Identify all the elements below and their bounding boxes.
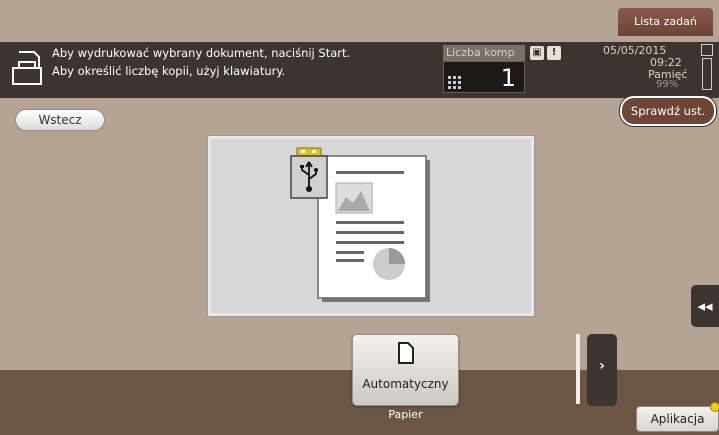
message-bar: Aby wydrukować wybrany dokument, naciśni… (0, 42, 719, 98)
application-indicator-dot (710, 402, 719, 412)
side-panel-toggle-button[interactable]: ◂◂ (691, 285, 719, 327)
keypad-icon (448, 76, 461, 89)
copies-value: 1 (500, 64, 516, 92)
status-message-line-2: Aby określić liczbę kopii, użyj klawiatu… (52, 64, 286, 78)
network-icon (701, 44, 713, 56)
usb-icon (290, 147, 328, 199)
memory-value: 99% (656, 79, 679, 90)
document-preview (290, 147, 430, 302)
scroll-indicator (576, 334, 580, 404)
copies-field[interactable]: 1 (443, 61, 525, 93)
warning-icon[interactable]: ! (547, 46, 561, 60)
back-button[interactable]: Wstecz (15, 109, 105, 131)
paper-caption: Papier (388, 408, 423, 421)
preview-panel (207, 135, 535, 317)
check-settings-button[interactable]: Sprawdź ust. (620, 96, 716, 126)
application-button[interactable]: Aplikacja (636, 406, 719, 432)
job-list-button[interactable]: Lista zadań (618, 8, 713, 36)
toner-icon[interactable]: ▣ (530, 46, 544, 60)
paper-button[interactable]: Automatyczny (352, 334, 459, 406)
document-print-icon (12, 51, 42, 85)
memory-gauge (702, 58, 712, 90)
paper-button-label: Automatyczny (362, 377, 449, 391)
status-message-line-1: Aby wydrukować wybrany dokument, naciśni… (52, 46, 351, 60)
next-page-button[interactable]: › (587, 334, 617, 406)
copies-label: Liczba komp (443, 45, 525, 61)
top-strip (0, 0, 719, 42)
paper-icon (398, 342, 414, 364)
